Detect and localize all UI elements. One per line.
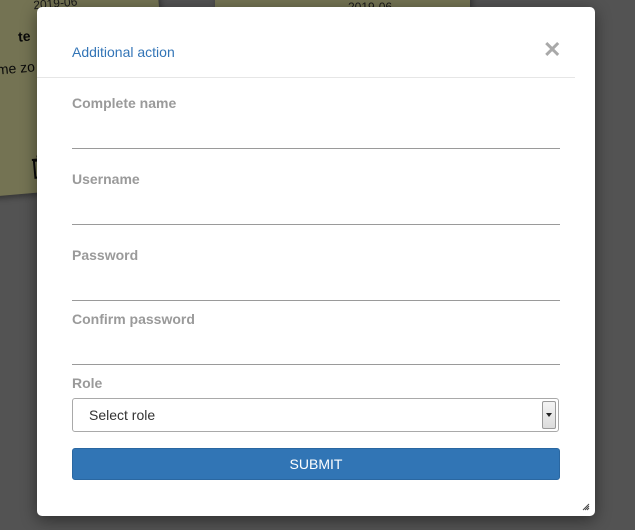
close-icon: ✕ <box>543 37 562 62</box>
role-select[interactable]: Select role <box>72 398 559 432</box>
role-label: Role <box>72 375 103 391</box>
complete-name-label: Complete name <box>72 95 177 111</box>
additional-action-dialog: Additional action ✕ Complete name Userna… <box>37 7 595 516</box>
role-select-value: Select role <box>89 407 156 423</box>
close-button[interactable]: ✕ <box>543 39 561 61</box>
modal-title: Additional action <box>72 44 175 60</box>
resize-grip-icon[interactable] <box>582 503 590 511</box>
username-label: Username <box>72 171 140 187</box>
confirm-password-label: Confirm password <box>72 311 195 327</box>
complete-name-input[interactable] <box>72 124 560 149</box>
modal-header <box>37 7 575 78</box>
password-input[interactable] <box>72 276 560 301</box>
submit-button[interactable]: SUBMIT <box>72 448 560 480</box>
confirm-password-input[interactable] <box>72 340 560 365</box>
password-label: Password <box>72 247 139 263</box>
chevron-down-icon[interactable] <box>542 401 556 429</box>
username-input[interactable] <box>72 200 560 225</box>
